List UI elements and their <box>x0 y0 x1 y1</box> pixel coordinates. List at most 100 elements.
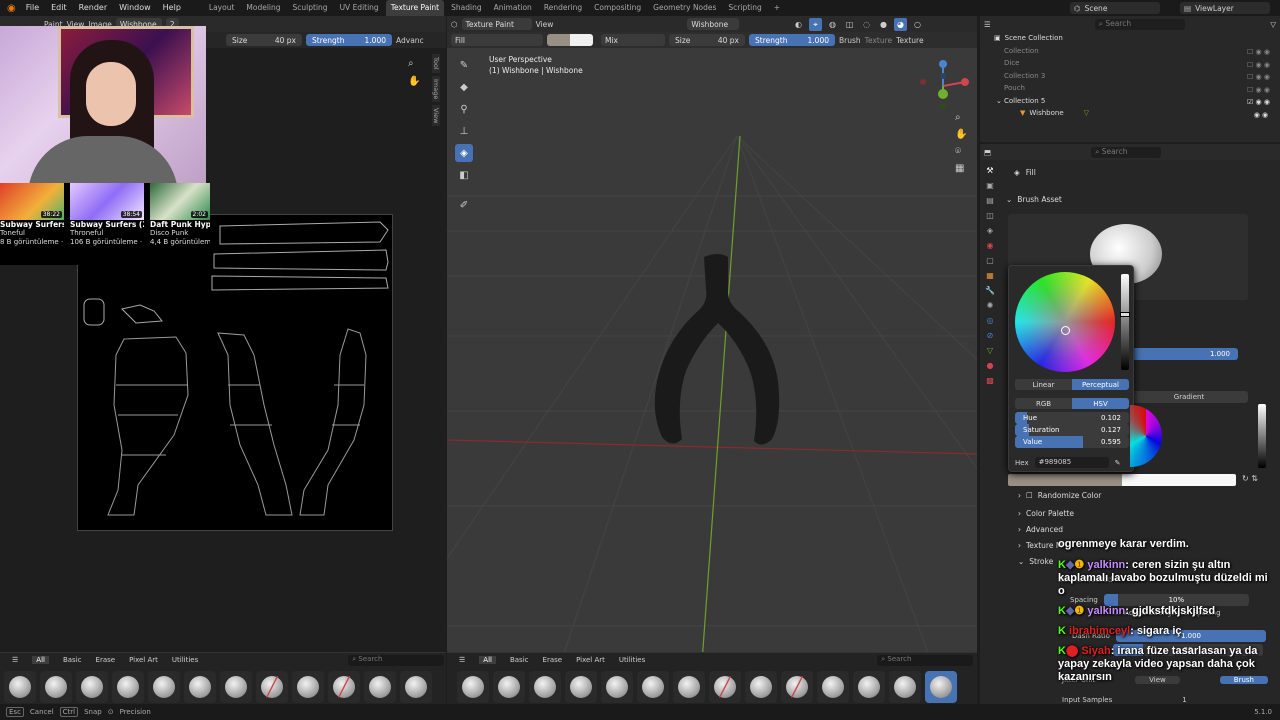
texture-mask-panel[interactable]: › Texture M <box>1018 538 1062 553</box>
editor-type-icon[interactable]: ⬒ <box>984 148 991 157</box>
pan-hand-icon[interactable]: ✋ <box>408 76 420 87</box>
brush-asset-thumbnail[interactable] <box>148 671 180 703</box>
tab-sculpting[interactable]: Sculpting <box>288 0 333 16</box>
size-field[interactable]: Size 40 px <box>226 34 302 46</box>
brush-asset-thumbnail[interactable] <box>493 671 525 703</box>
outliner-row[interactable]: Collection <box>980 45 1280 58</box>
shelf-search[interactable]: ⌕ Search <box>348 654 445 666</box>
brush-asset-thumbnail[interactable] <box>745 671 777 703</box>
tab-scripting[interactable]: Scripting <box>723 0 766 16</box>
world-tab-icon[interactable]: ◉ <box>987 241 994 250</box>
add-workspace-icon[interactable]: + <box>769 0 785 16</box>
brush-asset-thumbnail[interactable] <box>184 671 216 703</box>
properties-scrollbar[interactable] <box>1258 404 1266 468</box>
brush-asset-thumbnail[interactable]: ╱ <box>328 671 360 703</box>
material-tab-icon[interactable]: ● <box>987 361 994 370</box>
eye-icon[interactable]: ◉ ◉ <box>1247 111 1270 119</box>
clone-tool-icon[interactable]: ⊥ <box>455 122 473 140</box>
collection-tab-icon[interactable]: ▢ <box>986 256 994 265</box>
paint-brush-tool-icon[interactable]: ✎ <box>455 56 473 74</box>
modifier-tab-icon[interactable]: 🔧 <box>985 286 995 295</box>
saturation-slider[interactable]: Saturation 0.127 <box>1015 424 1129 436</box>
brush-asset-thumbnail[interactable] <box>4 671 36 703</box>
color-palette-panel[interactable]: › Color Palette <box>1018 506 1074 521</box>
overlay-icon[interactable]: ◍ <box>826 18 839 31</box>
object-tab-icon[interactable]: ▦ <box>986 271 994 280</box>
menu-window[interactable]: Window <box>114 0 156 16</box>
shelf-tab-all[interactable]: All <box>32 656 49 664</box>
solid-shading-icon[interactable]: ● <box>877 18 890 31</box>
rendered-shading-icon[interactable]: ○ <box>911 18 924 31</box>
rgb-option[interactable]: RGB <box>1015 398 1072 409</box>
gradient-controls[interactable]: ↻ ⇅ <box>1242 474 1258 483</box>
checkbox-icon[interactable]: ☑ ◉ ◉ <box>1247 98 1270 106</box>
blur-tool-icon[interactable]: ◆ <box>455 78 473 96</box>
shelf-tab-utilities[interactable]: Utilities <box>619 656 645 664</box>
tab-texture-paint[interactable]: Texture Paint <box>385 0 445 16</box>
value-slider[interactable] <box>1120 274 1130 370</box>
gizmo-toggle-icon[interactable]: ⌖ <box>809 18 822 31</box>
shelf-tab-pixel-art[interactable]: Pixel Art <box>129 656 158 664</box>
blender-logo-icon[interactable]: ◉ <box>4 3 19 14</box>
particles-tab-icon[interactable]: ✺ <box>987 301 994 310</box>
shelf-tab-erase[interactable]: Erase <box>543 656 563 664</box>
output-tab-icon[interactable]: ▤ <box>986 196 994 205</box>
tab-layout[interactable]: Layout <box>204 0 240 16</box>
mask-tool-icon[interactable]: ◧ <box>455 166 473 184</box>
shelf-tab-erase[interactable]: Erase <box>96 656 116 664</box>
tab-rendering[interactable]: Rendering <box>539 0 587 16</box>
video-card[interactable]: 2:02 Daft Punk Hyperlane Groov Disco Pun… <box>150 183 210 265</box>
tab-uv-editing[interactable]: UV Editing <box>335 0 384 16</box>
color-space-toggle[interactable]: Linear Perceptual <box>1015 379 1129 390</box>
texture-tab-icon[interactable]: ▩ <box>986 376 994 385</box>
zoom-icon[interactable]: ⌕ <box>955 112 967 123</box>
brush-asset-thumbnail[interactable] <box>601 671 633 703</box>
brush-asset-thumbnail[interactable] <box>364 671 396 703</box>
outliner-row[interactable]: Collection 3 <box>980 70 1280 83</box>
scene-collection-row[interactable]: ▣ Scene Collection <box>980 32 1280 45</box>
shelf-search[interactable]: ⌕ Search <box>877 654 974 666</box>
material-shading-icon[interactable]: ◕ <box>894 18 907 31</box>
randomize-color-panel[interactable]: › ☐ Randomize Color <box>1018 488 1101 503</box>
tab-tool[interactable]: Tool <box>432 54 440 73</box>
brush-asset-thumbnail[interactable] <box>817 671 849 703</box>
advanced-panel[interactable]: › Advanced <box>1018 522 1063 537</box>
input-samples-value[interactable]: 1 <box>1182 696 1186 704</box>
advanced-menu[interactable]: Advanc <box>396 36 424 45</box>
view-layer-selector[interactable]: ▤ ViewLayer <box>1180 2 1270 14</box>
physics-tab-icon[interactable]: ◎ <box>987 316 994 325</box>
scene-selector[interactable]: ⌬ Scene <box>1070 2 1160 14</box>
brush-asset-panel[interactable]: ⌄ Brush Asset <box>1006 192 1062 207</box>
brush-asset-thumbnail[interactable] <box>112 671 144 703</box>
hex-input[interactable]: #989085 <box>1034 457 1109 468</box>
tool-tab-icon[interactable]: ⚒ <box>986 166 993 175</box>
scene-tab-icon[interactable]: ◈ <box>987 226 993 235</box>
brush-asset-thumbnail[interactable] <box>220 671 252 703</box>
shelf-menu-icon[interactable]: ☰ <box>459 656 465 664</box>
tab-shading[interactable]: Shading <box>446 0 486 16</box>
tab-animation[interactable]: Animation <box>489 0 537 16</box>
brush-asset-thumbnail[interactable] <box>637 671 669 703</box>
xray-icon[interactable]: ◫ <box>843 18 856 31</box>
brush-asset-thumbnail[interactable]: ╱ <box>709 671 741 703</box>
brush-asset-thumbnail[interactable] <box>76 671 108 703</box>
properties-search[interactable]: ⌕ Search <box>1091 146 1162 158</box>
shelf-tab-all[interactable]: All <box>479 656 496 664</box>
zoom-icon[interactable]: ⌕ <box>408 58 414 69</box>
perceptual-option[interactable]: Perceptual <box>1072 379 1129 390</box>
outliner-row-wishbone[interactable]: ▼ Wishbone ▽ <box>980 107 1280 120</box>
brush-asset-thumbnail[interactable] <box>529 671 561 703</box>
smear-tool-icon[interactable]: ⚲ <box>455 100 473 118</box>
checkbox-icon[interactable]: ☐ ◉ ◉ <box>1247 61 1270 69</box>
brush-asset-thumbnail[interactable] <box>673 671 705 703</box>
video-card[interactable]: 38:54 Subway Surfers (2025) - Gameplay..… <box>70 183 144 265</box>
checkbox-icon[interactable]: ☐ ◉ ◉ <box>1247 48 1270 56</box>
stroke-panel[interactable]: ⌄ Stroke <box>1018 554 1053 569</box>
menu-file[interactable]: File <box>21 0 44 16</box>
filter-icon[interactable]: ▽ <box>1270 20 1276 29</box>
gradient-button[interactable]: Gradient <box>1130 391 1248 403</box>
tab-image[interactable]: Image <box>432 75 440 102</box>
brush-asset-thumbnail[interactable] <box>889 671 921 703</box>
color-wheel-cursor[interactable] <box>1061 326 1070 335</box>
strength-slider[interactable]: 1.000 <box>1120 348 1238 360</box>
